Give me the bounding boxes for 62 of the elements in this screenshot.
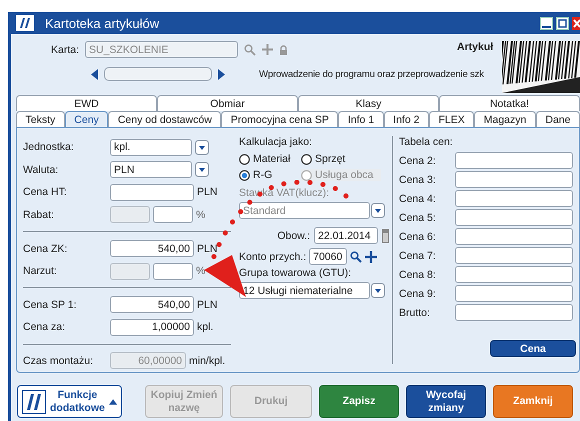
tab[interactable]: Notatka! — [439, 95, 580, 111]
tab[interactable]: Promocyjna cena SP — [221, 111, 338, 127]
card-label: Karta: — [51, 44, 79, 56]
unit-label: % — [196, 265, 206, 278]
tab[interactable]: Obmiar — [157, 95, 298, 111]
field-label: Rabat: — [23, 208, 55, 221]
unit-label: min/kpl. — [189, 354, 226, 367]
action-button[interactable]: Zapisz — [319, 385, 399, 418]
field-label: Cena SP 1: — [23, 298, 78, 311]
tab[interactable]: Teksty — [16, 111, 65, 127]
input-field[interactable]: 540,00 — [110, 296, 194, 314]
field-label: Brutto: — [399, 306, 431, 318]
input-field[interactable]: 540,00 — [110, 240, 194, 258]
price-button[interactable]: Cena — [490, 340, 576, 357]
field-label: Waluta: — [23, 164, 60, 176]
description-text: Wprowadzenie do programu oraz przeprowadzenie szk — [259, 68, 484, 80]
field-label: Cena 2: — [399, 154, 437, 166]
unit-label: PLN — [197, 186, 218, 198]
dropdown-field[interactable]: kpl. — [110, 138, 192, 156]
calculation-label: Kalkulacja jako: — [239, 136, 313, 150]
field-label: Cena 6: — [399, 230, 437, 242]
radio-button[interactable]: R-G — [239, 169, 301, 181]
field-label: Cena 5: — [399, 212, 437, 224]
price-table-label: Tabela cen: — [399, 136, 454, 150]
field-label: Cena HT: — [23, 186, 68, 198]
window-title: Kartoteka artykułów — [45, 16, 160, 30]
tab[interactable]: Ceny od dostawców — [108, 111, 222, 127]
dropdown-field[interactable]: 12 Usługi niematerialne — [239, 282, 370, 299]
tab[interactable]: Ceny — [64, 111, 108, 127]
gtu-label: Grupa towarowa (GTU): — [239, 267, 352, 281]
input-field[interactable]: 70060 — [309, 248, 348, 265]
field-label: Cena ZK: — [23, 242, 68, 255]
field-label: Cena 9: — [399, 288, 437, 300]
tab[interactable]: Klasy — [298, 95, 439, 111]
tab[interactable]: Info 1 — [338, 111, 384, 127]
field-label: Cena 7: — [399, 250, 437, 262]
field-label: Czas montażu: — [23, 354, 94, 367]
unit-label: kpl. — [197, 321, 214, 334]
field-label: Cena 8: — [399, 268, 437, 280]
radio-button[interactable]: Sprzęt — [301, 153, 381, 165]
field-label: Konto przych.: — [239, 250, 306, 262]
field-label: Jednostka: — [23, 141, 75, 154]
date-field[interactable]: 22.01.2014 — [314, 227, 378, 244]
item-type-label: Artykuł — [457, 41, 494, 53]
dropdown-field[interactable]: PLN — [110, 161, 192, 178]
action-button[interactable]: Wycofaj zmiany — [406, 385, 486, 418]
tab[interactable]: Info 2 — [384, 111, 429, 127]
unit-label: % — [196, 208, 206, 221]
field-label: Cena za: — [23, 321, 66, 334]
tab[interactable]: EWD — [16, 95, 157, 111]
field-label: Narzut: — [23, 265, 58, 278]
field-label: Cena 3: — [399, 174, 437, 186]
tab[interactable]: Magazyn — [474, 111, 536, 127]
unit-label: PLN — [197, 242, 218, 255]
tab[interactable]: Dane — [536, 111, 580, 127]
field-label: Cena 4: — [399, 192, 437, 204]
unit-label: PLN — [197, 298, 218, 311]
radio-button[interactable]: Materiał — [239, 153, 301, 165]
input-field[interactable]: 1,00000 — [110, 318, 194, 336]
tab[interactable]: FLEX — [428, 111, 474, 127]
field-label: Obow.: — [277, 230, 310, 242]
action-button[interactable]: Funkcje dodatkowe — [17, 385, 122, 418]
